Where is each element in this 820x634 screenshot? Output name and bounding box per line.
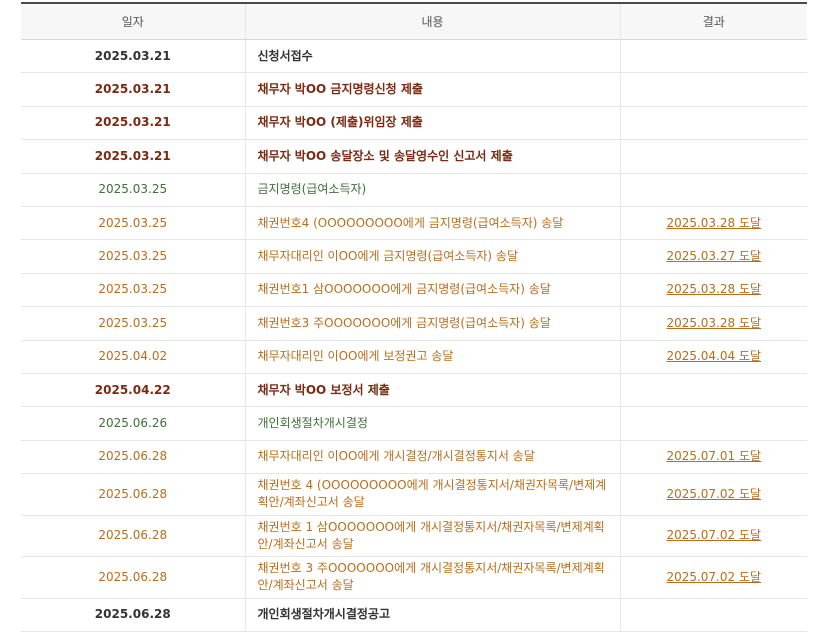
- table-row: 2025.04.22 채무자 박OO 보정서 제출: [21, 373, 807, 408]
- row-result: [619, 139, 807, 174]
- delivery-result-link[interactable]: 2025.04.04 도달: [666, 349, 761, 363]
- table-body: 2025.03.21 신청서접수 2025.03.21 채무자 박OO 금지명령신청 …: [21, 39, 807, 632]
- delivery-result-link[interactable]: 2025.03.28 도달: [666, 216, 761, 230]
- row-date: 2025.06.28: [21, 440, 245, 475]
- row-content: 채무자 박OO 금지명령신청 제출: [244, 72, 620, 107]
- column-header-date: 일자: [21, 2, 245, 40]
- delivery-result-link[interactable]: 2025.07.02 도달: [666, 487, 761, 501]
- row-content: 채권번호4 (OOOOOOOOO에게 금지명령(급여소득자) 송달: [244, 206, 620, 241]
- row-result: 2025.07.02 도달: [619, 473, 807, 516]
- table-row: 2025.06.28 개인회생절차개시결정공고: [21, 598, 807, 632]
- row-result: [619, 406, 807, 441]
- row-date: 2025.06.28: [21, 598, 245, 632]
- table-row: 2025.04.02 채무자대리인 이OO에게 보정권고 송달 2025.04.04…: [21, 340, 807, 374]
- row-date: 2025.03.25: [21, 273, 245, 308]
- row-content: 채권번호1 삼OOOOOOO에게 금지명령(급여소득자) 송달: [244, 273, 620, 308]
- row-date: 2025.03.25: [21, 206, 245, 241]
- delivery-result-link[interactable]: 2025.03.27 도달: [666, 249, 761, 263]
- row-result: 2025.03.28 도달: [619, 273, 807, 308]
- row-content: 채무자대리인 이OO에게 보정권고 송달: [244, 340, 620, 374]
- row-date: 2025.03.25: [21, 306, 245, 341]
- row-content: 채권번호 3 주OOOOOOO에게 개시결정통지서/채권자목록/변제계획안/계좌…: [244, 556, 620, 599]
- row-content: 채무자대리인 이OO에게 금지명령(급여소득자) 송달: [244, 239, 620, 274]
- table-row: 2025.06.28 채권번호 1 삼OOOOOOO에게 개시결정통지서/채권자목…: [21, 515, 807, 558]
- delivery-result-link[interactable]: 2025.07.01 도달: [666, 449, 761, 463]
- delivery-result-link[interactable]: 2025.07.02 도달: [666, 570, 761, 584]
- table-row: 2025.03.25 채무자대리인 이OO에게 금지명령(급여소득자) 송달 202…: [21, 239, 807, 274]
- row-date: 2025.06.28: [21, 473, 245, 516]
- row-result: [619, 173, 807, 207]
- table-row: 2025.06.28 채권번호 3 주OOOOOOO에게 개시결정통지서/채권자목…: [21, 556, 807, 599]
- row-content: 채무자대리인 이OO에게 개시결정/개시결정통지서 송달: [244, 440, 620, 475]
- table-row: 2025.06.28 채무자대리인 이OO에게 개시결정/개시결정통지서 송달 20…: [21, 440, 807, 475]
- row-date: 2025.06.28: [21, 556, 245, 599]
- row-content: 채무자 박OO 보정서 제출: [244, 373, 620, 408]
- row-content: 금지명령(급여소득자): [244, 173, 620, 207]
- row-result: [619, 39, 807, 74]
- table-row: 2025.06.28 채권번호 4 (OOOOOOOOO에게 개시결정통지서/채권…: [21, 473, 807, 516]
- row-content: 채무자 박OO (제출)위임장 제출: [244, 106, 620, 141]
- row-date: 2025.04.22: [21, 373, 245, 408]
- row-result: 2025.03.28 도달: [619, 306, 807, 341]
- row-content: 개인회생절차개시결정: [244, 406, 620, 441]
- table-row: 2025.03.21 채무자 박OO (제출)위임장 제출: [21, 106, 807, 141]
- case-progress-table-container: 일자 내용 결과 2025.03.21 신청서접수 2025.03.21 채무자 박O…: [21, 2, 807, 632]
- row-date: 2025.03.21: [21, 39, 245, 74]
- column-header-content: 내용: [244, 2, 620, 40]
- row-content: 채무자 박OO 송달장소 및 송달영수인 신고서 제출: [244, 139, 620, 174]
- row-result: [619, 72, 807, 107]
- table-row: 2025.06.26 개인회생절차개시결정: [21, 406, 807, 441]
- row-result: 2025.07.01 도달: [619, 440, 807, 475]
- table-row: 2025.03.25 채권번호3 주OOOOOOO에게 금지명령(급여소득자) 송…: [21, 306, 807, 341]
- row-date: 2025.04.02: [21, 340, 245, 374]
- table-header-row: 일자 내용 결과: [21, 2, 807, 40]
- table-row: 2025.03.21 채무자 박OO 송달장소 및 송달영수인 신고서 제출: [21, 139, 807, 174]
- table-row: 2025.03.21 신청서접수: [21, 39, 807, 74]
- row-result: 2025.07.02 도달: [619, 515, 807, 558]
- row-result: 2025.03.27 도달: [619, 239, 807, 274]
- row-result: [619, 598, 807, 632]
- table-row: 2025.03.25 채권번호1 삼OOOOOOO에게 금지명령(급여소득자) 송…: [21, 273, 807, 308]
- row-result: 2025.04.04 도달: [619, 340, 807, 374]
- column-header-result: 결과: [619, 2, 807, 40]
- delivery-result-link[interactable]: 2025.03.28 도달: [666, 316, 761, 330]
- row-date: 2025.03.25: [21, 239, 245, 274]
- case-progress-table: 일자 내용 결과 2025.03.21 신청서접수 2025.03.21 채무자 박O…: [21, 2, 807, 632]
- row-result: 2025.03.28 도달: [619, 206, 807, 241]
- row-date: 2025.03.21: [21, 106, 245, 141]
- row-date: 2025.06.26: [21, 406, 245, 441]
- table-row: 2025.03.25 채권번호4 (OOOOOOOOO에게 금지명령(급여소득자)…: [21, 206, 807, 241]
- row-content: 채권번호 1 삼OOOOOOO에게 개시결정통지서/채권자목록/변제계획안/계좌…: [244, 515, 620, 558]
- row-date: 2025.03.21: [21, 139, 245, 174]
- row-date: 2025.06.28: [21, 515, 245, 558]
- row-date: 2025.03.25: [21, 173, 245, 207]
- table-row: 2025.03.25 금지명령(급여소득자): [21, 173, 807, 207]
- row-content: 개인회생절차개시결정공고: [244, 598, 620, 632]
- table-row: 2025.03.21 채무자 박OO 금지명령신청 제출: [21, 72, 807, 107]
- row-result: [619, 106, 807, 141]
- delivery-result-link[interactable]: 2025.03.28 도달: [666, 282, 761, 296]
- table-header: 일자 내용 결과: [21, 2, 807, 40]
- row-result: [619, 373, 807, 408]
- row-result: 2025.07.02 도달: [619, 556, 807, 599]
- row-date: 2025.03.21: [21, 72, 245, 107]
- row-content: 채권번호3 주OOOOOOO에게 금지명령(급여소득자) 송달: [244, 306, 620, 341]
- delivery-result-link[interactable]: 2025.07.02 도달: [666, 528, 761, 542]
- row-content: 채권번호 4 (OOOOOOOOO에게 개시결정통지서/채권자목록/변제계획안/…: [244, 473, 620, 516]
- row-content: 신청서접수: [244, 39, 620, 74]
